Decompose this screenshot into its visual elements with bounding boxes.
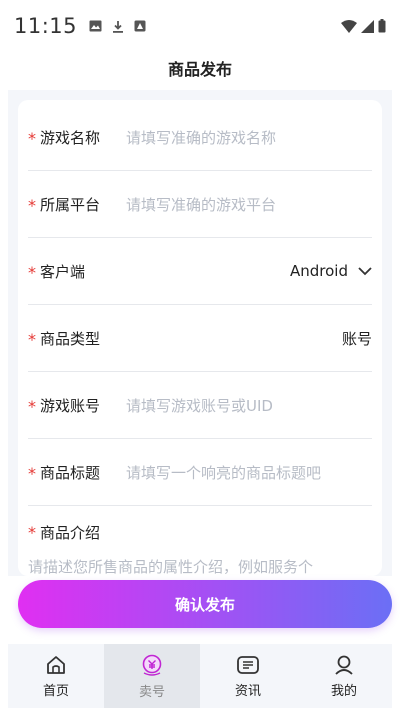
app-notification-icon — [134, 20, 146, 32]
tab-home-label: 首页 — [42, 683, 69, 699]
required-mark: * — [28, 196, 36, 215]
tab-sell[interactable]: 卖号 — [104, 644, 200, 708]
platform-row[interactable]: * 所属平台 请填写准确的游戏平台 — [28, 171, 372, 238]
product-title-row[interactable]: * 商品标题 请填写一个响亮的商品标题吧 — [28, 439, 372, 506]
home-icon — [47, 655, 65, 674]
bottom-tab-bar: 首页 卖号 资讯 我的 — [8, 644, 392, 708]
client-select-value: Android — [290, 262, 348, 280]
game-name-row[interactable]: * 游戏名称 请填写准确的游戏名称 — [28, 104, 372, 171]
product-intro-label: 商品介绍 — [40, 523, 101, 542]
tab-profile-label: 我的 — [330, 683, 357, 699]
game-name-input[interactable]: 请填写准确的游戏名称 — [126, 127, 372, 148]
tab-news[interactable]: 资讯 — [200, 644, 296, 708]
status-bar: 11:15 — [0, 0, 400, 52]
signal-icon — [361, 19, 374, 33]
tab-profile[interactable]: 我的 — [296, 644, 392, 708]
required-mark: * — [28, 330, 36, 349]
news-icon — [237, 655, 259, 674]
product-title-input[interactable]: 请填写一个响亮的商品标题吧 — [126, 462, 372, 483]
required-mark: * — [28, 522, 36, 542]
client-row[interactable]: * 客户端 Android — [28, 238, 372, 305]
product-intro-row[interactable]: * 商品介绍 请描述您所售商品的属性介绍，例如服务个 — [28, 502, 372, 577]
page-title: 商品发布 — [167, 60, 232, 79]
battery-icon — [378, 19, 386, 33]
game-account-input[interactable]: 请填写游戏账号或UID — [126, 395, 372, 416]
client-select[interactable]: Android — [290, 262, 372, 280]
status-time: 11:15 — [14, 14, 78, 38]
platform-label: 所属平台 — [40, 195, 101, 214]
client-label: 客户端 — [40, 262, 86, 281]
profile-icon — [335, 655, 353, 675]
product-intro-textarea[interactable]: 请描述您所售商品的属性介绍，例如服务个 — [28, 556, 372, 576]
system-icons — [341, 19, 386, 33]
chevron-down-icon — [358, 266, 372, 275]
platform-input[interactable]: 请填写准确的游戏平台 — [126, 194, 372, 215]
tab-home[interactable]: 首页 — [8, 644, 104, 708]
tab-sell-label: 卖号 — [138, 684, 165, 700]
publish-form: * 游戏名称 请填写准确的游戏名称 * 所属平台 请填写准确的游戏平台 * 客户… — [18, 100, 382, 576]
required-mark: * — [28, 129, 36, 148]
required-mark: * — [28, 263, 36, 282]
required-mark: * — [28, 464, 36, 483]
product-title-label: 商品标题 — [40, 463, 101, 482]
game-account-label: 游戏账号 — [40, 396, 101, 415]
confirm-publish-button[interactable]: 确认发布 — [18, 580, 392, 628]
product-type-value[interactable]: 账号 — [342, 328, 372, 349]
notification-icons — [89, 20, 146, 33]
download-icon — [113, 20, 124, 33]
sell-icon — [142, 654, 162, 676]
image-notification-icon — [89, 20, 102, 32]
required-mark: * — [28, 397, 36, 416]
tab-news-label: 资讯 — [234, 683, 261, 699]
game-name-label: 游戏名称 — [40, 128, 101, 147]
product-type-label: 商品类型 — [40, 329, 101, 348]
wifi-icon — [341, 19, 357, 33]
game-account-row[interactable]: * 游戏账号 请填写游戏账号或UID — [28, 372, 372, 439]
product-type-row[interactable]: * 商品类型 账号 — [28, 305, 372, 372]
